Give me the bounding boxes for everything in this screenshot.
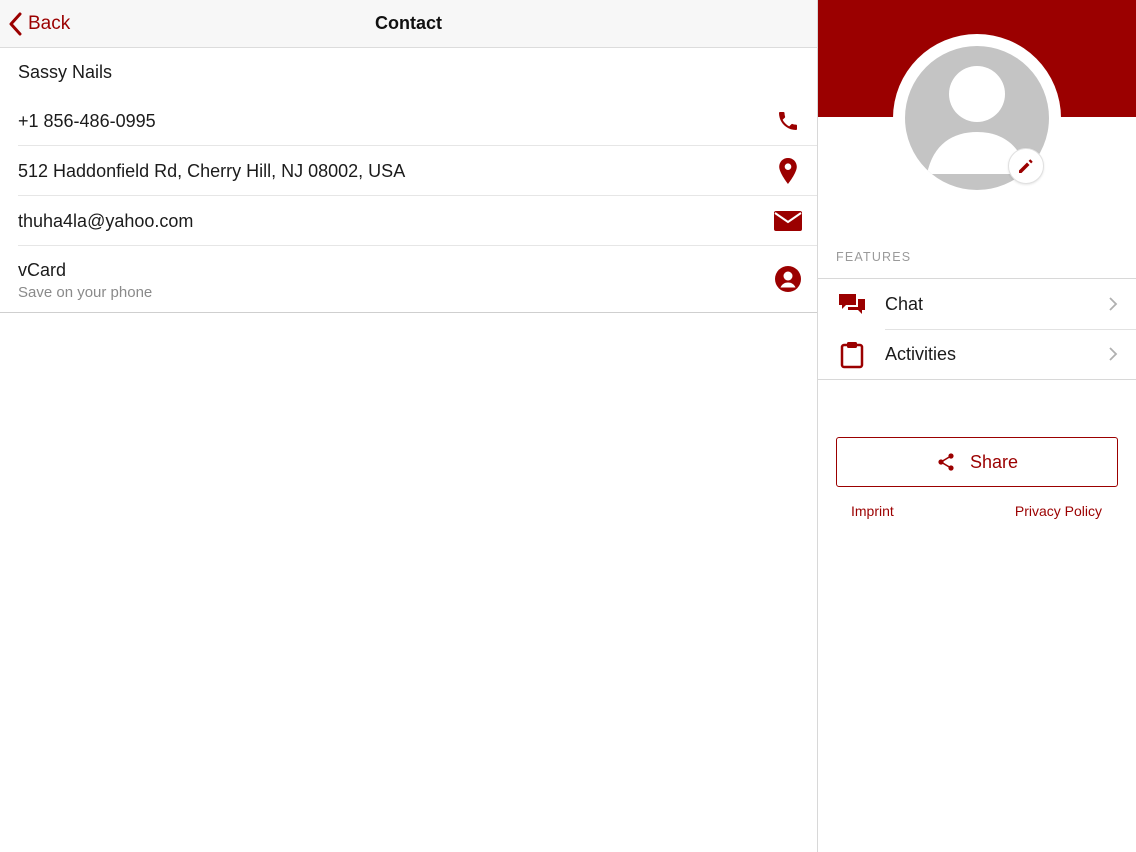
vcard-title: vCard [18,260,67,280]
address-text: 512 Haddonfield Rd, Cherry Hill, NJ 0800… [18,160,406,181]
navigation-bar: Back Contact [0,0,817,48]
feature-label-activities: Activities [885,343,957,364]
feature-item-chat[interactable]: Chat [818,279,1136,329]
vcard-row[interactable]: vCard Save on your phone [0,246,817,312]
phone-number: +1 856-486-0995 [18,110,156,131]
features-list: Chat Activities [818,278,1136,380]
email-row[interactable]: thuha4la@yahoo.com [0,196,817,246]
chevron-right-icon [1109,347,1118,361]
privacy-policy-link[interactable]: Privacy Policy [1015,503,1102,519]
address-row[interactable]: 512 Haddonfield Rd, Cherry Hill, NJ 0800… [0,146,817,196]
features-section-label: FEATURES [836,250,912,264]
phone-icon[interactable] [773,106,803,136]
feature-item-activities[interactable]: Activities [818,329,1136,379]
vcard-subtitle: Save on your phone [18,284,153,301]
pencil-icon [1019,159,1033,173]
contact-pane: Back Contact Sassy Nails +1 856-486-0995… [0,0,817,852]
feature-label-chat: Chat [885,293,924,314]
clipboard-icon [838,341,866,369]
share-button[interactable]: Share [836,437,1118,487]
profile-sidebar: FEATURES Chat Activities Share Imprint P… [818,0,1136,852]
chat-bubbles-icon [838,291,866,319]
phone-row[interactable]: +1 856-486-0995 [0,96,817,146]
email-address: thuha4la@yahoo.com [18,210,194,231]
page-title: Contact [375,13,442,33]
envelope-icon[interactable] [773,206,803,236]
contact-details-list: Sassy Nails +1 856-486-0995 512 Haddonfi… [0,48,817,313]
share-icon [938,453,954,471]
contact-name: Sassy Nails [18,61,113,82]
location-pin-icon[interactable] [773,156,803,186]
imprint-link[interactable]: Imprint [851,503,894,519]
person-circle-icon[interactable] [773,264,803,294]
contact-name-row: Sassy Nails [0,48,817,96]
share-label: Share [969,451,1019,472]
edit-avatar-button[interactable] [1008,148,1044,184]
chevron-right-icon [1109,297,1118,311]
